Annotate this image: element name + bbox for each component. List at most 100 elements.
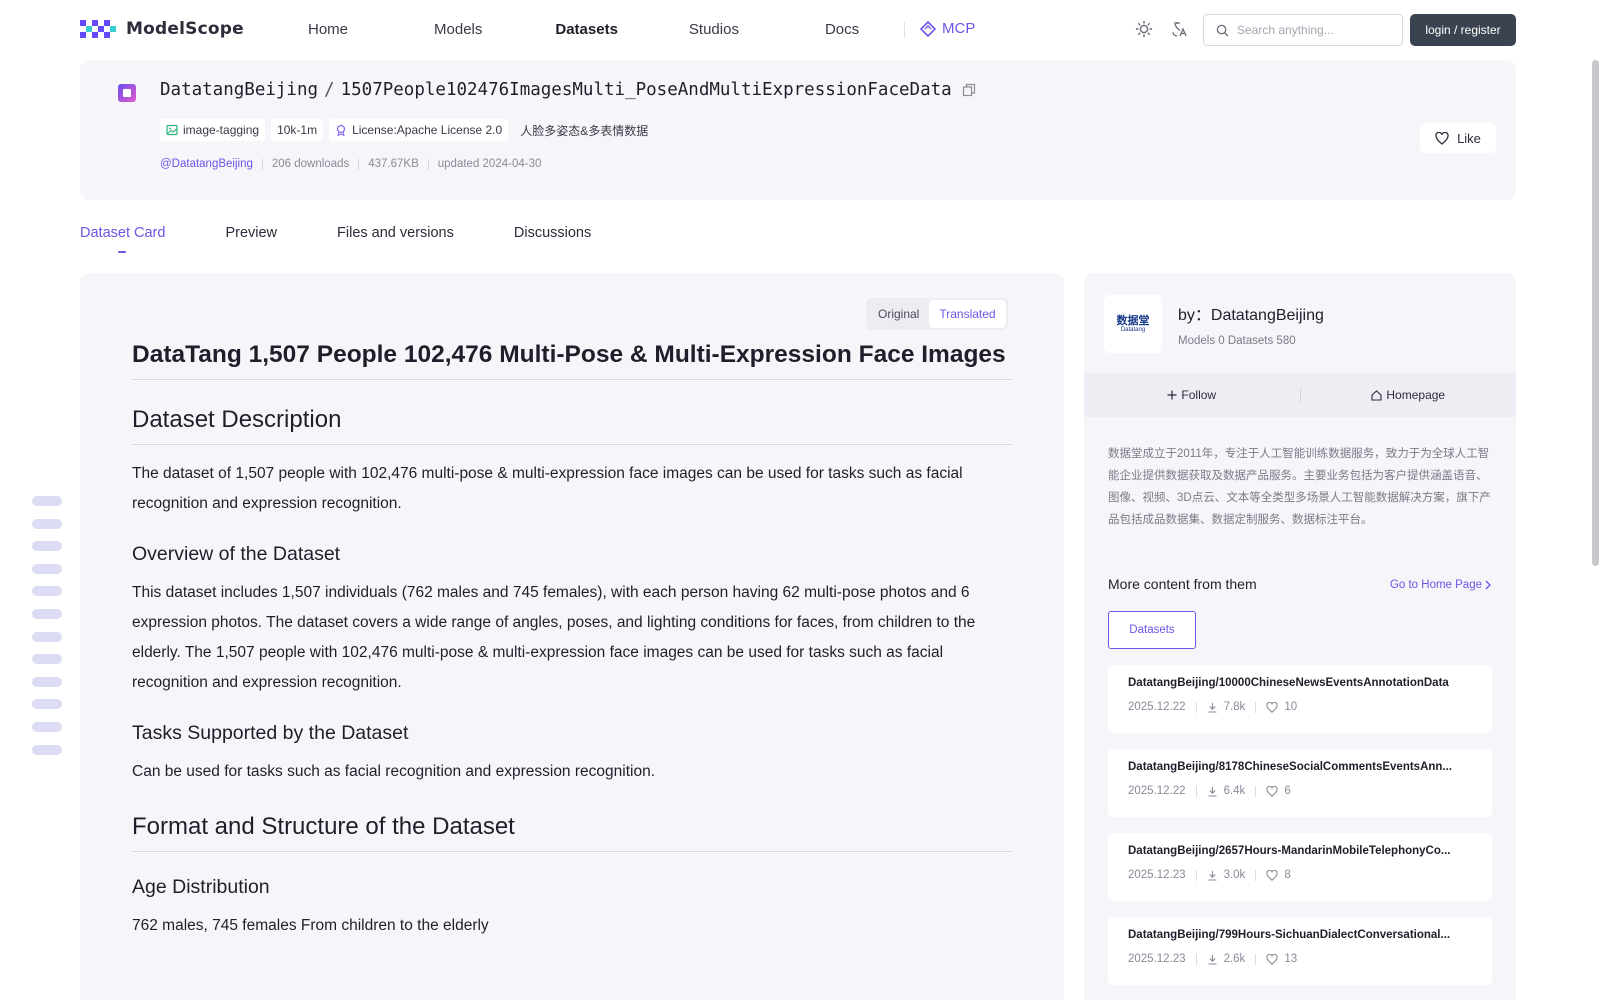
homepage-label: Homepage: [1386, 388, 1446, 402]
related-dataset-card[interactable]: DatatangBeijing/2657Hours-MandarinMobile…: [1108, 833, 1492, 901]
toc-marker[interactable]: [32, 721, 62, 732]
org-name[interactable]: by：DatatangBeijing: [1178, 301, 1324, 325]
tab-dataset-card[interactable]: Dataset Card: [80, 225, 165, 253]
global-search[interactable]: [1203, 14, 1403, 46]
meta-divider: [1255, 953, 1257, 965]
dataset-card-content: Original Translated DataTang 1,507 Peopl…: [80, 273, 1064, 1000]
theme-toggle-sun-icon[interactable]: [1134, 19, 1154, 39]
author-link[interactable]: @DatatangBeijing: [160, 158, 253, 170]
toggle-translated[interactable]: Translated: [929, 300, 1006, 328]
dataset-owner[interactable]: DatatangBeijing: [160, 80, 318, 100]
nav-mcp[interactable]: MCP: [920, 20, 975, 37]
license-icon: [336, 124, 346, 136]
dataset-tags: image-tagging 10k-1m License:Apache Lice…: [160, 119, 654, 141]
toc-marker[interactable]: [32, 518, 62, 529]
dataset-icon: [118, 84, 136, 102]
plus-icon: [1167, 390, 1177, 400]
download-icon: [1207, 786, 1218, 797]
section-format-structure: Format and Structure of the Dataset: [132, 813, 1012, 852]
download-icon: [1207, 870, 1218, 881]
meta-divider: [1255, 701, 1257, 713]
heart-icon: [1435, 131, 1449, 145]
toc-marker[interactable]: [32, 496, 62, 506]
card-heading: DataTang 1,507 People 102,476 Multi-Pose…: [132, 337, 1012, 380]
org-description: 数据堂成立于2011年，专注于人工智能训练数据服务，致力于为全球人工智能企业提供…: [1108, 448, 1491, 526]
toc-marker[interactable]: [32, 608, 62, 619]
toggle-original[interactable]: Original: [868, 300, 929, 328]
toc-marker[interactable]: [32, 541, 62, 552]
page-scrollbar-thumb[interactable]: [1592, 60, 1599, 566]
toc-marker[interactable]: [32, 744, 62, 755]
related-date: 2025.12.23: [1128, 953, 1186, 965]
related-dataset-card[interactable]: DatatangBeijing/8178ChineseSocialComment…: [1108, 749, 1492, 817]
meta-divider: [1255, 869, 1257, 881]
chevron-right-icon: [1485, 580, 1491, 590]
heart-icon: [1266, 701, 1278, 713]
image-tag-icon: [166, 124, 178, 136]
toc-marker[interactable]: [32, 654, 62, 665]
dataset-header: DatatangBeijing / 1507People102476Images…: [80, 60, 1516, 200]
dataset-tabs: Dataset Card Preview Files and versions …: [80, 225, 651, 253]
toc-marker[interactable]: [32, 586, 62, 597]
heart-icon: [1266, 785, 1278, 797]
org-logo-text: 数据堂: [1116, 314, 1150, 327]
nav-models[interactable]: Models: [434, 21, 482, 38]
language-toggle: Original Translated: [866, 298, 1008, 330]
related-dataset-name: DatatangBeijing/10000ChineseNewsEventsAn…: [1128, 677, 1449, 689]
tasks-paragraph: Can be used for tasks such as facial rec…: [132, 763, 655, 780]
datasets-filter-tab[interactable]: Datasets: [1108, 611, 1196, 649]
section-age-distribution: Age Distribution: [132, 876, 270, 898]
tab-discussions[interactable]: Discussions: [514, 225, 591, 241]
tag-task[interactable]: image-tagging: [160, 119, 266, 141]
meta-divider: [427, 158, 429, 170]
home-icon: [1371, 389, 1382, 401]
go-to-home-label: Go to Home Page: [1389, 579, 1482, 591]
related-datasets-list: DatatangBeijing/10000ChineseNewsEventsAn…: [1108, 665, 1492, 1000]
toc-marker[interactable]: [32, 563, 62, 574]
related-dataset-name: DatatangBeijing/799Hours-SichuanDialectC…: [1128, 929, 1451, 941]
download-icon: [1207, 702, 1218, 713]
follow-button[interactable]: Follow: [1084, 388, 1300, 402]
nav-datasets[interactable]: Datasets: [555, 21, 618, 38]
related-likes: 8: [1284, 869, 1291, 881]
nav-home[interactable]: Home: [308, 21, 348, 38]
meta-divider: [358, 158, 360, 170]
dataset-meta: @DatatangBeijing 206 downloads 437.67KB …: [160, 158, 541, 170]
tab-preview[interactable]: Preview: [225, 225, 277, 241]
heart-icon: [1266, 869, 1278, 881]
tag-size[interactable]: 10k-1m: [271, 119, 324, 141]
toc-marker[interactable]: [32, 699, 62, 710]
related-dataset-card[interactable]: DatatangBeijing/799Hours-SichuanDialectC…: [1108, 917, 1492, 985]
toc-marker[interactable]: [32, 676, 62, 687]
like-button[interactable]: Like: [1420, 123, 1496, 153]
toc-marker[interactable]: [32, 631, 62, 642]
mcp-label: MCP: [942, 20, 976, 37]
meta-divider: [1195, 953, 1197, 965]
search-icon: [1216, 24, 1229, 36]
homepage-button[interactable]: Homepage: [1301, 388, 1517, 402]
tag-chinese-title: 人脸多姿态&多表情数据: [514, 119, 654, 141]
main-nav: Home Models Datasets Studios Docs: [308, 0, 859, 58]
related-dataset-card[interactable]: DatatangBeijing/10000ChineseNewsEventsAn…: [1108, 665, 1492, 733]
modelscope-logo[interactable]: ModelScope: [80, 18, 244, 40]
nav-studios[interactable]: Studios: [689, 21, 739, 38]
language-translate-icon[interactable]: [1170, 19, 1190, 39]
updated-date: updated 2024-04-30: [437, 158, 542, 170]
table-of-contents-rail: [32, 496, 62, 767]
age-paragraph: 762 males, 745 females From children to …: [132, 917, 489, 934]
login-register-button[interactable]: login / register: [1410, 14, 1516, 46]
copy-icon[interactable]: [962, 83, 976, 97]
section-overview: Overview of the Dataset: [132, 543, 341, 565]
publisher-sidebar: 数据堂 Datatang by：DatatangBeijing Models 0…: [1084, 273, 1516, 1000]
nav-docs[interactable]: Docs: [825, 21, 859, 38]
description-paragraph: The dataset of 1,507 people with 102,476…: [132, 465, 963, 512]
go-to-home-page-link[interactable]: Go to Home Page: [1390, 579, 1492, 591]
related-dataset-meta: 2025.12.22 6.4k 6: [1128, 785, 1472, 797]
tag-license[interactable]: License:Apache License 2.0: [329, 119, 509, 141]
org-avatar[interactable]: 数据堂 Datatang: [1104, 295, 1162, 353]
meta-divider: [1195, 869, 1197, 881]
title-separator: /: [324, 80, 335, 100]
download-icon: [1207, 954, 1218, 965]
tab-files-and-versions[interactable]: Files and versions: [337, 225, 454, 241]
search-input[interactable]: [1237, 23, 1397, 37]
